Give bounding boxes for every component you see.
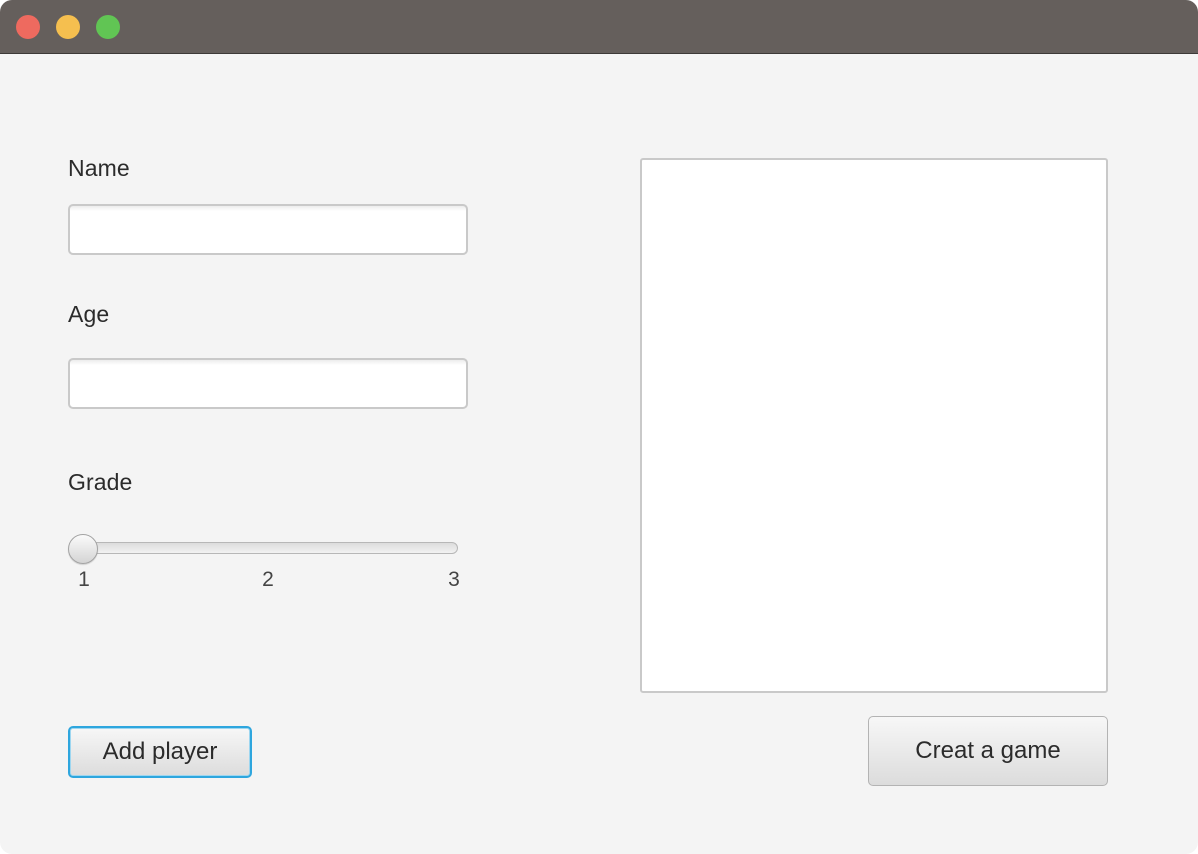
- grade-tick-label: 2: [262, 568, 274, 591]
- minimize-window-button[interactable]: [56, 15, 80, 39]
- create-game-button[interactable]: Creat a game: [868, 716, 1108, 786]
- grade-tick-label: 3: [448, 568, 460, 591]
- zoom-window-button[interactable]: [96, 15, 120, 39]
- grade-slider-track[interactable]: [75, 542, 458, 554]
- content-area: Name Age Grade 1 2 3 Add player Creat a …: [0, 54, 1198, 854]
- players-list[interactable]: [640, 158, 1108, 693]
- title-bar: [0, 0, 1198, 54]
- age-label: Age: [68, 301, 110, 327]
- add-player-button[interactable]: Add player: [68, 726, 252, 778]
- app-window: Name Age Grade 1 2 3 Add player Creat a …: [0, 0, 1198, 854]
- grade-tick-label: 1: [78, 568, 90, 591]
- name-label: Name: [68, 155, 130, 181]
- age-input[interactable]: [68, 358, 468, 409]
- grade-slider-thumb[interactable]: [68, 534, 98, 564]
- grade-label: Grade: [68, 469, 133, 495]
- close-window-button[interactable]: [16, 15, 40, 39]
- name-input[interactable]: [68, 204, 468, 255]
